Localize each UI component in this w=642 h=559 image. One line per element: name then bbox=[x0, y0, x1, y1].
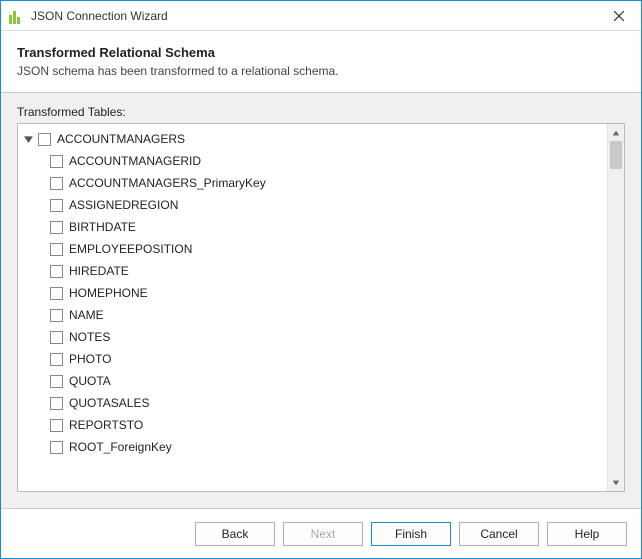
wizard-window: JSON Connection Wizard Transformed Relat… bbox=[0, 0, 642, 559]
tree-item-label: ACCOUNTMANAGERS bbox=[57, 132, 185, 146]
tree-item-label: QUOTA bbox=[69, 374, 111, 388]
scroll-thumb[interactable] bbox=[610, 141, 622, 169]
checkbox[interactable] bbox=[50, 265, 63, 278]
tree-child-row[interactable]: BIRTHDATE bbox=[18, 216, 607, 238]
checkbox[interactable] bbox=[50, 309, 63, 322]
tree-item-label: ACCOUNTMANAGERID bbox=[69, 154, 201, 168]
checkbox[interactable] bbox=[50, 375, 63, 388]
tree-child-row[interactable]: ASSIGNEDREGION bbox=[18, 194, 607, 216]
tree-item-label: HOMEPHONE bbox=[69, 286, 148, 300]
tree-child-row[interactable]: HOMEPHONE bbox=[18, 282, 607, 304]
tree-child-row[interactable]: PHOTO bbox=[18, 348, 607, 370]
help-button[interactable]: Help bbox=[547, 522, 627, 546]
checkbox[interactable] bbox=[50, 397, 63, 410]
expander-toggle[interactable] bbox=[22, 133, 34, 145]
tree-root-row[interactable]: ACCOUNTMANAGERS bbox=[18, 128, 607, 150]
chevron-down-icon bbox=[612, 479, 620, 487]
next-button: Next bbox=[283, 522, 363, 546]
tree-item-label: ACCOUNTMANAGERS_PrimaryKey bbox=[69, 176, 266, 190]
checkbox[interactable] bbox=[50, 155, 63, 168]
tree-item-label: NOTES bbox=[69, 330, 110, 344]
checkbox[interactable] bbox=[50, 221, 63, 234]
chevron-down-icon bbox=[24, 135, 33, 144]
tree-item-label: ASSIGNEDREGION bbox=[69, 198, 178, 212]
wizard-footer: Back Next Finish Cancel Help bbox=[1, 508, 641, 558]
tree-container: ACCOUNTMANAGERS ACCOUNTMANAGERID ACCOUNTM… bbox=[17, 123, 625, 492]
tree-child-row[interactable]: ACCOUNTMANAGERS_PrimaryKey bbox=[18, 172, 607, 194]
checkbox[interactable] bbox=[50, 441, 63, 454]
tree-child-row[interactable]: ROOT_ForeignKey bbox=[18, 436, 607, 458]
tree-item-label: PHOTO bbox=[69, 352, 111, 366]
chevron-up-icon bbox=[612, 129, 620, 137]
tree-child-row[interactable]: HIREDATE bbox=[18, 260, 607, 282]
tree-item-label: QUOTASALES bbox=[69, 396, 149, 410]
cancel-button[interactable]: Cancel bbox=[459, 522, 539, 546]
scroll-down-button[interactable] bbox=[608, 474, 624, 491]
checkbox[interactable] bbox=[38, 133, 51, 146]
vertical-scrollbar[interactable] bbox=[607, 124, 624, 491]
checkbox[interactable] bbox=[50, 177, 63, 190]
page-heading: Transformed Relational Schema bbox=[17, 45, 625, 60]
checkbox[interactable] bbox=[50, 243, 63, 256]
page-subtext: JSON schema has been transformed to a re… bbox=[17, 64, 625, 78]
app-icon bbox=[9, 8, 25, 24]
tree-child-row[interactable]: NAME bbox=[18, 304, 607, 326]
scroll-up-button[interactable] bbox=[608, 124, 624, 141]
tree-item-label: EMPLOYEEPOSITION bbox=[69, 242, 192, 256]
checkbox[interactable] bbox=[50, 353, 63, 366]
checkbox[interactable] bbox=[50, 331, 63, 344]
tree-item-label: HIREDATE bbox=[69, 264, 129, 278]
tree-item-label: NAME bbox=[69, 308, 104, 322]
tree-child-row[interactable]: QUOTA bbox=[18, 370, 607, 392]
tree-child-row[interactable]: ACCOUNTMANAGERID bbox=[18, 150, 607, 172]
close-icon bbox=[614, 11, 624, 21]
finish-button[interactable]: Finish bbox=[371, 522, 451, 546]
tree-item-label: ROOT_ForeignKey bbox=[69, 440, 172, 454]
tree-child-row[interactable]: QUOTASALES bbox=[18, 392, 607, 414]
back-button[interactable]: Back bbox=[195, 522, 275, 546]
close-button[interactable] bbox=[597, 1, 641, 30]
tree-child-row[interactable]: EMPLOYEEPOSITION bbox=[18, 238, 607, 260]
wizard-header: Transformed Relational Schema JSON schem… bbox=[1, 31, 641, 93]
tree-item-label: BIRTHDATE bbox=[69, 220, 136, 234]
checkbox[interactable] bbox=[50, 199, 63, 212]
window-title: JSON Connection Wizard bbox=[31, 9, 597, 23]
transformed-tables-tree[interactable]: ACCOUNTMANAGERS ACCOUNTMANAGERID ACCOUNTM… bbox=[18, 124, 607, 491]
titlebar: JSON Connection Wizard bbox=[1, 1, 641, 31]
checkbox[interactable] bbox=[50, 419, 63, 432]
tree-item-label: REPORTSTO bbox=[69, 418, 143, 432]
tree-child-row[interactable]: NOTES bbox=[18, 326, 607, 348]
tree-label: Transformed Tables: bbox=[17, 105, 625, 119]
wizard-body: Transformed Tables: ACCOUNTMANAGERS ACCO… bbox=[1, 93, 641, 508]
tree-child-row[interactable]: REPORTSTO bbox=[18, 414, 607, 436]
checkbox[interactable] bbox=[50, 287, 63, 300]
